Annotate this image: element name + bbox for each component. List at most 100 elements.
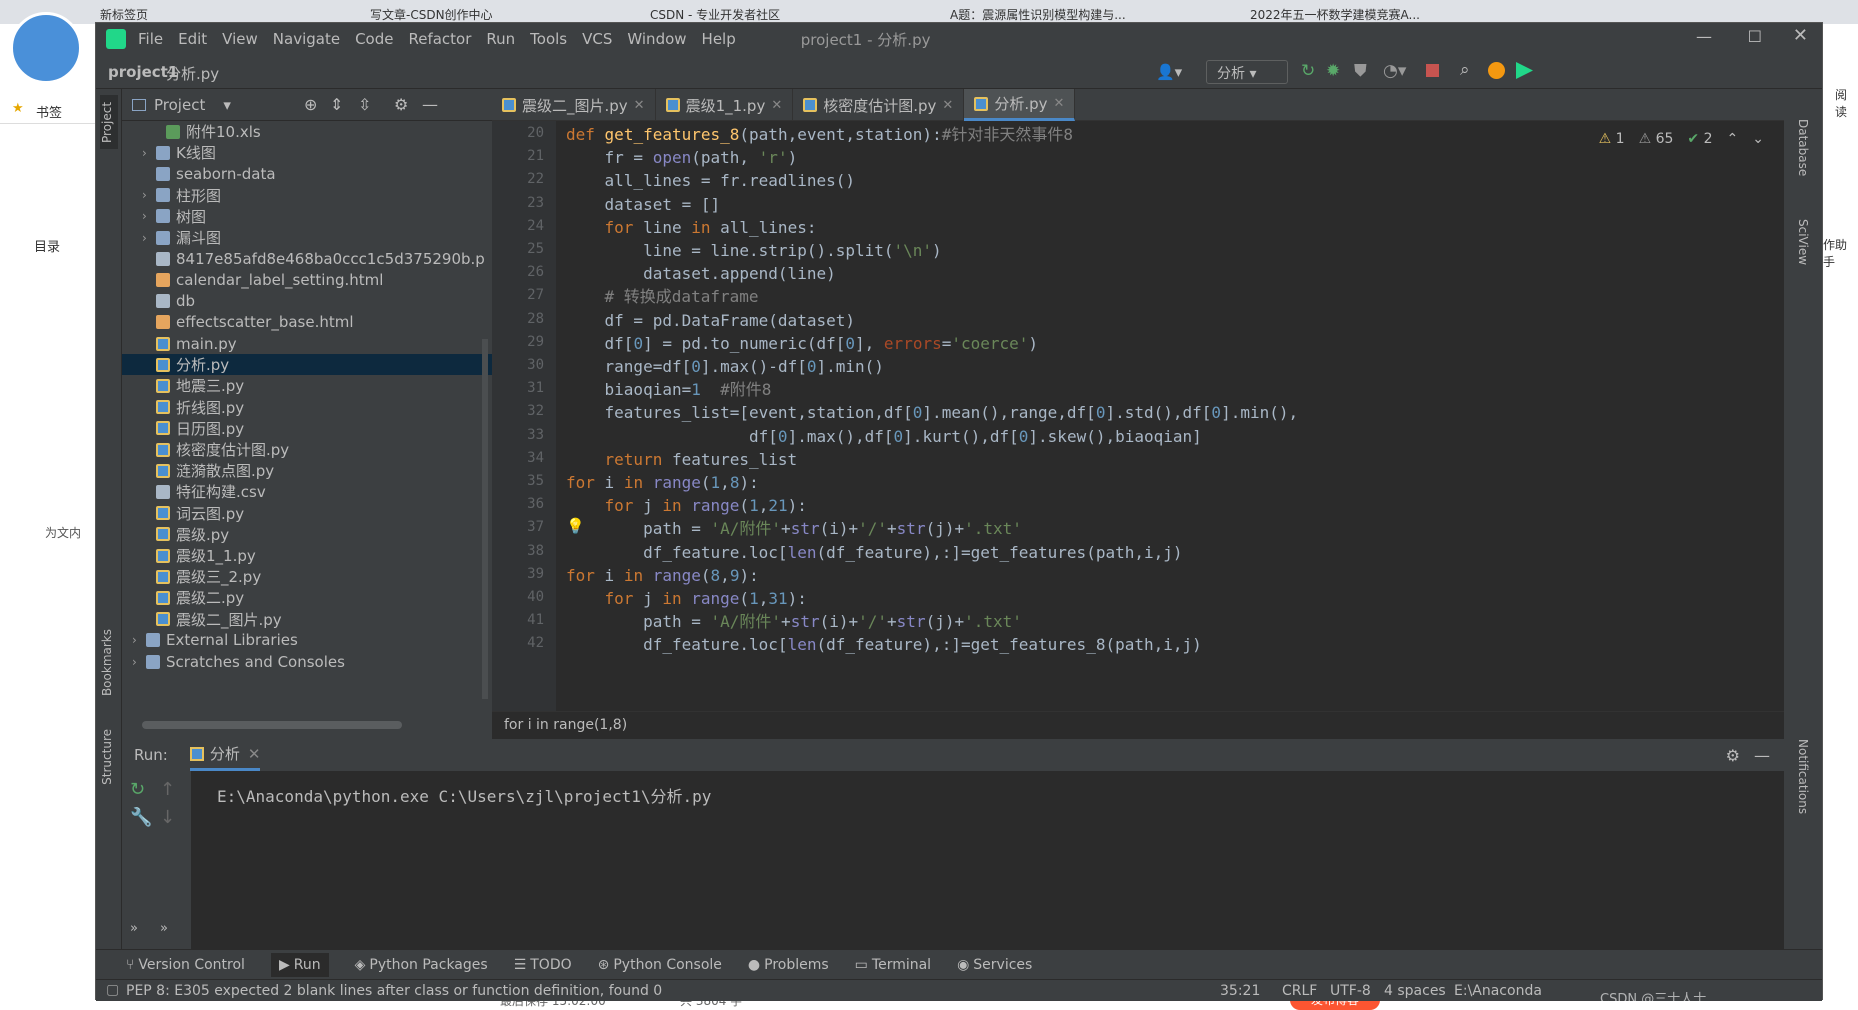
expand-all-icon[interactable]: ⇕ [330, 95, 343, 114]
tree-item[interactable]: 震级二.py [122, 587, 492, 608]
tree-item[interactable]: effectscatter_base.html [122, 312, 492, 333]
tree-item[interactable]: › K线图 [122, 142, 492, 163]
tool-tab-problems[interactable]: ● Problems [748, 957, 829, 973]
stop-icon[interactable] [1426, 64, 1439, 77]
bookmarks-label[interactable]: 书签 [36, 102, 62, 121]
line-separator[interactable]: CRLF [1282, 983, 1317, 999]
tree-item[interactable]: › 柱形图 [122, 185, 492, 206]
rerun-icon[interactable]: ↻ [1301, 61, 1315, 81]
arrow-down-icon[interactable]: ↓ [160, 807, 175, 828]
interpreter[interactable]: E:\Anaconda [1454, 983, 1542, 999]
structure-tool-tab[interactable]: Structure [100, 729, 114, 785]
tool-tab-python-packages[interactable]: ◈ Python Packages [355, 957, 488, 973]
tree-item[interactable]: 折线图.py [122, 397, 492, 418]
menu-refactor[interactable]: Refactor [408, 30, 471, 48]
run-config-select[interactable]: 分析 ▾ [1206, 60, 1288, 84]
chevron-right-icon[interactable]: › [142, 209, 156, 223]
profile-icon[interactable]: ◔▾ [1383, 61, 1406, 81]
tree-item[interactable]: 词云图.py [122, 503, 492, 524]
collapse-all-icon[interactable]: ⇳ [358, 95, 371, 114]
menu-view[interactable]: View [222, 30, 258, 48]
vertical-scrollbar[interactable] [482, 339, 488, 699]
editor-tab[interactable]: 分析.py ✕ [964, 89, 1076, 121]
tree-item[interactable]: 附件10.xls [122, 121, 492, 142]
chevron-right-icon[interactable]: › [132, 633, 146, 647]
coverage-icon[interactable]: ⛊ [1354, 61, 1367, 81]
tool-tab-services[interactable]: ◉ Services [957, 957, 1032, 973]
caret-position[interactable]: 35:21 [1220, 983, 1260, 999]
rerun-icon[interactable]: ↻ [130, 779, 145, 800]
close-tab-icon[interactable]: ✕ [1054, 96, 1065, 111]
horizontal-scrollbar[interactable] [142, 721, 402, 729]
sciview-tool-tab[interactable]: SciView [1796, 219, 1810, 265]
tree-item[interactable]: 地震三.py [122, 375, 492, 396]
chevron-right-icon[interactable]: › [142, 188, 156, 202]
search-icon[interactable]: ⌕ [1460, 60, 1470, 80]
notifications-tool-tab[interactable]: Notifications [1796, 739, 1810, 814]
gear-icon[interactable]: ⚙ [394, 95, 408, 114]
status-message[interactable]: PEP 8: E305 expected 2 blank lines after… [126, 983, 662, 999]
avatar[interactable] [10, 12, 82, 84]
tree-item[interactable]: 核密度估计图.py [122, 439, 492, 460]
project-tool-tab[interactable]: Project [100, 95, 118, 149]
tree-item[interactable]: › External Libraries [122, 630, 492, 651]
menu-tools[interactable]: Tools [530, 30, 567, 48]
tree-item[interactable]: 震级二_图片.py [122, 609, 492, 630]
tree-item[interactable]: 特征构建.csv [122, 481, 492, 502]
tree-item[interactable]: 日历图.py [122, 418, 492, 439]
menu-navigate[interactable]: Navigate [273, 30, 340, 48]
toc-label[interactable]: 目录 [34, 236, 60, 255]
tree-item[interactable]: › 树图 [122, 206, 492, 227]
code-line[interactable]: df_feature.loc[len(df_feature),:]=get_fe… [566, 631, 1202, 658]
tree-item[interactable]: seaborn-data [122, 163, 492, 184]
tool-tab-terminal[interactable]: ▭ Terminal [855, 957, 931, 973]
more-icon[interactable]: » [130, 921, 138, 936]
tree-item[interactable]: 8417e85afd8e468ba0ccc1c5d375290b.p [122, 248, 492, 269]
tree-item[interactable]: calendar_label_setting.html [122, 269, 492, 290]
minimize-icon[interactable]: — [1696, 27, 1712, 46]
close-icon[interactable]: ✕ [1793, 25, 1808, 46]
tool-tab-run[interactable]: ▶ Run [270, 952, 329, 977]
update-icon[interactable] [1488, 62, 1505, 79]
indent-setting[interactable]: 4 spaces [1384, 983, 1446, 999]
project-view-select[interactable]: Project [154, 96, 205, 114]
editor-tab[interactable]: 核密度估计图.py ✕ [793, 89, 965, 121]
code-editor[interactable]: def get_features_8(path,event,station):#… [566, 121, 1766, 711]
run-tab[interactable]: 分析 ✕ [189, 739, 261, 771]
tree-item[interactable]: › Scratches and Consoles [122, 651, 492, 672]
lightbulb-icon[interactable]: 💡 [566, 517, 585, 535]
chevron-right-icon[interactable]: › [132, 655, 146, 669]
tree-item[interactable]: 涟漪散点图.py [122, 460, 492, 481]
tool-tab-python-console[interactable]: ⊛ Python Console [598, 957, 722, 973]
menu-help[interactable]: Help [702, 30, 736, 48]
chevron-right-icon[interactable]: › [142, 231, 156, 245]
tree-item[interactable]: 震级三_2.py [122, 566, 492, 587]
tree-item[interactable]: 分析.py [122, 354, 492, 376]
menu-window[interactable]: Window [627, 30, 686, 48]
user-icon[interactable]: 👤▾ [1156, 63, 1182, 81]
tree-item[interactable]: db [122, 291, 492, 312]
tree-item[interactable]: 震级.py [122, 524, 492, 545]
gear-icon[interactable]: ⚙ [1726, 746, 1740, 765]
hide-panel-icon[interactable]: — [422, 95, 438, 114]
run-console-output[interactable]: E:\Anaconda\python.exe C:\Users\zjl\proj… [217, 783, 711, 807]
jetbrains-icon[interactable] [1516, 62, 1533, 79]
maximize-icon[interactable]: ☐ [1748, 27, 1762, 46]
assistant-label[interactable]: 作助手 [1823, 236, 1858, 270]
file-encoding[interactable]: UTF-8 [1330, 983, 1371, 999]
bookmarks-tool-tab[interactable]: Bookmarks [100, 629, 114, 696]
reading-label[interactable]: 阅读 [1835, 86, 1858, 120]
menu-edit[interactable]: Edit [178, 30, 207, 48]
locate-icon[interactable]: ⊕ [304, 95, 317, 114]
editor-tab[interactable]: 震级1_1.py ✕ [656, 89, 794, 121]
menu-vcs[interactable]: VCS [582, 30, 612, 48]
chevron-right-icon[interactable]: › [142, 146, 156, 160]
status-toggle-icon[interactable]: ▢ [106, 982, 119, 998]
tree-item[interactable]: › 漏斗图 [122, 227, 492, 248]
menu-run[interactable]: Run [486, 30, 515, 48]
database-tool-tab[interactable]: Database [1796, 119, 1810, 176]
tool-tab-todo[interactable]: ☰ TODO [514, 957, 572, 973]
tool-tab-version-control[interactable]: ⑂ Version Control [126, 957, 245, 973]
hide-panel-icon[interactable]: — [1754, 746, 1770, 765]
arrow-up-icon[interactable]: ↑ [160, 779, 175, 800]
